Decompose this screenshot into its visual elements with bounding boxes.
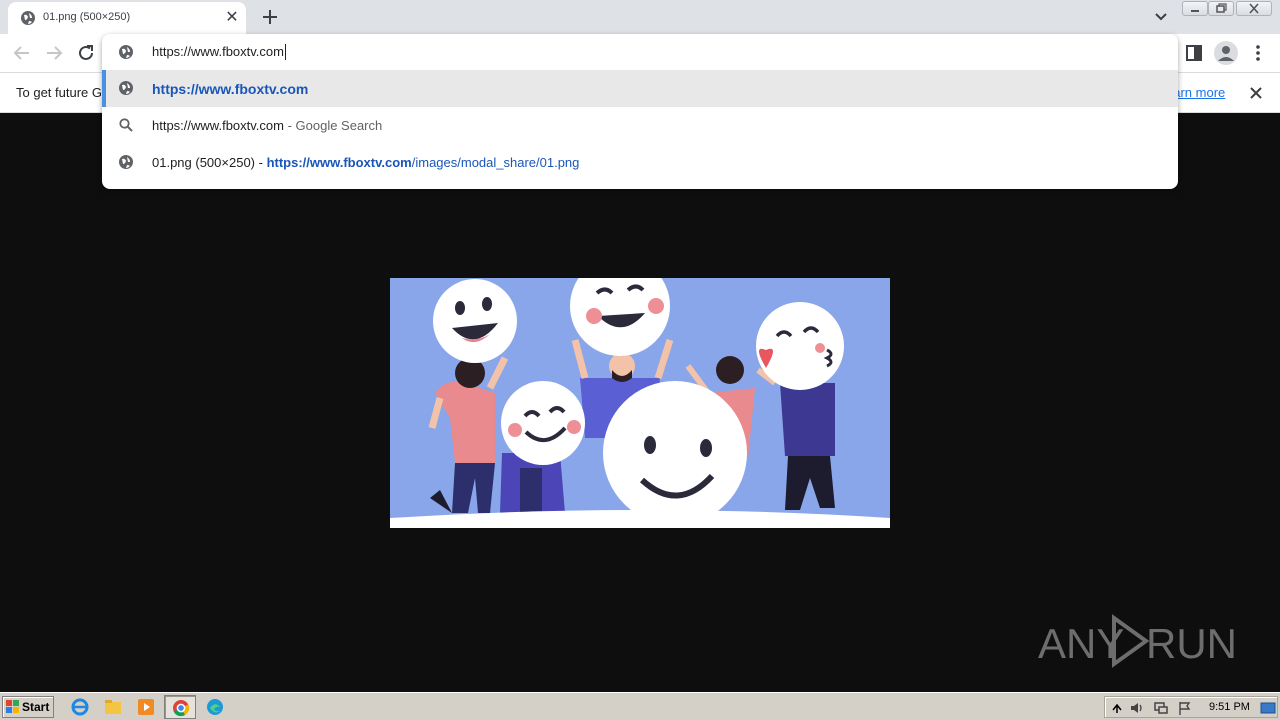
displayed-image	[390, 278, 890, 528]
new-tab-icon[interactable]	[259, 6, 281, 28]
suggestion-label: https://www.fboxtv.com	[152, 81, 308, 97]
start-label: Start	[22, 700, 50, 714]
window-close-button[interactable]	[1236, 1, 1272, 16]
show-hidden-icons-icon[interactable]	[1109, 700, 1125, 716]
suggestion-label: https://www.fboxtv.com - Google Search	[152, 118, 382, 133]
close-icon	[1249, 3, 1259, 14]
suggestion-url: https://www.fboxtv.com	[152, 81, 309, 97]
suggestion-suffix: - Google Search	[283, 118, 383, 133]
suggestion-url-path: /images/modal_share/01.png	[411, 155, 580, 170]
suggestion-row[interactable]: 01.png (500×250) - https://www.fboxtv.co…	[102, 144, 1178, 181]
profile-button[interactable]	[1214, 41, 1238, 65]
chrome-icon	[173, 700, 190, 717]
tab-close-icon[interactable]: ✕	[223, 9, 241, 27]
windows-flag-icon	[6, 700, 19, 713]
tab-active[interactable]: 01.png (500×250) ✕	[8, 2, 246, 34]
address-input[interactable]: https://www.fboxtv.com	[152, 44, 286, 60]
edge-icon[interactable]	[205, 697, 225, 717]
back-icon[interactable]	[10, 41, 34, 65]
suggestion-url: https://www.fboxtv.com	[266, 155, 412, 170]
start-button[interactable]: Start	[2, 696, 54, 718]
globe-icon	[21, 11, 35, 25]
network-icon[interactable]	[1153, 700, 1169, 716]
watermark-run: RUN	[1146, 620, 1234, 667]
globe-icon	[119, 45, 133, 59]
suggestion-title: 01.png (500×250) -	[152, 155, 267, 170]
suggestion-row[interactable]: https://www.fboxtv.com	[102, 70, 1178, 107]
show-desktop-icon[interactable]	[1260, 700, 1276, 716]
forward-icon[interactable]	[42, 41, 66, 65]
side-panel-icon[interactable]	[1184, 43, 1204, 63]
reload-icon[interactable]	[74, 41, 98, 65]
system-tray: 9:51 PM	[1104, 696, 1278, 718]
taskbar: Start 9:51 PM	[0, 692, 1280, 720]
suggestion-label: 01.png (500×250) - https://www.fboxtv.co…	[152, 155, 579, 170]
infobar-text: To get future G	[16, 85, 102, 100]
menu-icon[interactable]	[1250, 42, 1266, 64]
suggestion-row[interactable]: https://www.fboxtv.com - Google Search	[102, 107, 1178, 144]
minimize-icon	[1191, 10, 1199, 12]
taskbar-chrome-button[interactable]	[164, 695, 196, 719]
anyrun-watermark: ANY RUN	[1038, 614, 1234, 668]
restore-icon	[1216, 3, 1227, 13]
tab-strip: 01.png (500×250) ✕	[0, 0, 1280, 34]
search-icon	[119, 118, 133, 132]
globe-icon	[119, 155, 133, 169]
taskbar-clock[interactable]: 9:51 PM	[1209, 701, 1250, 713]
omnibox[interactable]: https://www.fboxtv.com	[102, 34, 1178, 70]
tab-title: 01.png (500×250)	[43, 11, 131, 23]
internet-explorer-icon[interactable]	[70, 697, 90, 717]
tab-search-icon[interactable]	[1151, 8, 1171, 26]
window-minimize-button[interactable]	[1182, 1, 1208, 16]
action-center-flag-icon[interactable]	[1177, 700, 1193, 716]
omnibox-dropdown: https://www.fboxtv.com https://www.fboxt…	[102, 34, 1178, 189]
media-player-icon[interactable]	[136, 697, 156, 717]
infobar-close-icon[interactable]	[1246, 83, 1266, 103]
window-restore-button[interactable]	[1208, 1, 1234, 16]
watermark-any: ANY	[1038, 620, 1124, 667]
profile-icon	[1218, 46, 1234, 61]
suggestion-query: https://www.fboxtv.com	[152, 118, 284, 133]
volume-icon[interactable]	[1129, 700, 1145, 716]
file-explorer-icon[interactable]	[103, 697, 123, 717]
globe-icon	[119, 81, 133, 95]
